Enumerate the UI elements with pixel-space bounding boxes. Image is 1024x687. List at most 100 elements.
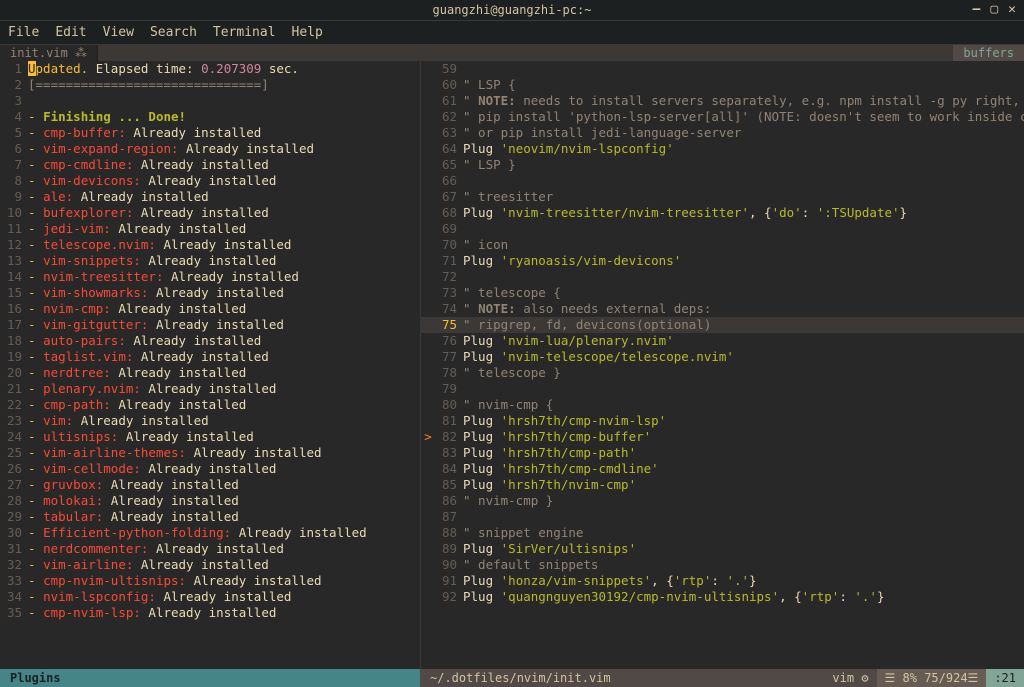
menu-edit[interactable]: Edit xyxy=(55,25,86,40)
code-line[interactable]: 7- cmp-cmdline: Already installed xyxy=(0,157,420,173)
maximize-icon[interactable]: ▢ xyxy=(990,2,998,17)
code-line[interactable]: 66 xyxy=(421,173,1024,189)
code-line[interactable]: 69 xyxy=(421,221,1024,237)
code-line[interactable]: 22- cmp-path: Already installed xyxy=(0,397,420,413)
code-line[interactable]: 76Plug 'nvim-lua/plenary.nvim' xyxy=(421,333,1024,349)
code-line[interactable]: 80" nvim-cmp { xyxy=(421,397,1024,413)
code-line[interactable]: 24- ultisnips: Already installed xyxy=(0,429,420,445)
right-pane[interactable]: 5960" LSP {61" NOTE: needs to install se… xyxy=(420,61,1024,669)
window-title: guangzhi@guangzhi-pc:~ xyxy=(433,3,592,17)
menu-file[interactable]: File xyxy=(8,25,39,40)
code-line[interactable]: 92Plug 'quangnguyen30192/cmp-nvim-ultisn… xyxy=(421,589,1024,605)
code-line[interactable]: 88" snippet engine xyxy=(421,525,1024,541)
editor-area: 1Updated. Elapsed time: 0.207309 sec.2[=… xyxy=(0,61,1024,669)
code-line[interactable]: 33- cmp-nvim-ultisnips: Already installe… xyxy=(0,573,420,589)
tab-buffers[interactable]: buffers xyxy=(953,45,1024,61)
code-line[interactable]: 1Updated. Elapsed time: 0.207309 sec. xyxy=(0,61,420,77)
minimize-icon[interactable]: — xyxy=(973,2,981,17)
code-line[interactable]: 14- nvim-treesitter: Already installed xyxy=(0,269,420,285)
code-line[interactable]: 27- gruvbox: Already installed xyxy=(0,477,420,493)
code-line[interactable]: 78" telescope } xyxy=(421,365,1024,381)
code-line[interactable]: 83Plug 'hrsh7th/cmp-path' xyxy=(421,445,1024,461)
code-line[interactable]: 91Plug 'honza/vim-snippets', {'rtp': '.'… xyxy=(421,573,1024,589)
status-path: ~/.dotfiles/nvim/init.vim xyxy=(420,669,824,687)
gutter-marker xyxy=(421,237,435,253)
code-line[interactable]: 34- nvim-lspconfig: Already installed xyxy=(0,589,420,605)
code-line[interactable]: 70" icon xyxy=(421,237,1024,253)
code-line[interactable]: 20- nerdtree: Already installed xyxy=(0,365,420,381)
code-line[interactable]: 10- bufexplorer: Already installed xyxy=(0,205,420,221)
code-line[interactable]: 79 xyxy=(421,381,1024,397)
gutter-marker xyxy=(421,333,435,349)
code-line[interactable]: 8- vim-devicons: Already installed xyxy=(0,173,420,189)
left-code[interactable]: 1Updated. Elapsed time: 0.207309 sec.2[=… xyxy=(0,61,420,669)
gutter-marker xyxy=(421,61,435,77)
code-line[interactable]: 62" pip install 'python-lsp-server[all]'… xyxy=(421,109,1024,125)
code-line[interactable]: 28- molokai: Already installed xyxy=(0,493,420,509)
code-line[interactable]: 6- vim-expand-region: Already installed xyxy=(0,141,420,157)
tab-spacer xyxy=(98,45,953,61)
code-line[interactable]: 71Plug 'ryanoasis/vim-devicons' xyxy=(421,253,1024,269)
code-line[interactable]: 86" nvim-cmp } xyxy=(421,493,1024,509)
code-line[interactable]: 23- vim: Already installed xyxy=(0,413,420,429)
left-pane[interactable]: 1Updated. Elapsed time: 0.207309 sec.2[=… xyxy=(0,61,420,669)
code-line[interactable]: >82Plug 'hrsh7th/cmp-buffer' xyxy=(421,429,1024,445)
code-line[interactable]: 5- cmp-buffer: Already installed xyxy=(0,125,420,141)
code-line[interactable]: 72 xyxy=(421,269,1024,285)
close-icon[interactable]: ✕ xyxy=(1008,2,1016,17)
code-line[interactable]: 81Plug 'hrsh7th/cmp-nvim-lsp' xyxy=(421,413,1024,429)
tab-init-vim[interactable]: init.vim ⁂ xyxy=(0,45,98,61)
menu-help[interactable]: Help xyxy=(292,25,323,40)
code-line[interactable]: 26- vim-cellmode: Already installed xyxy=(0,461,420,477)
code-line[interactable]: 90" default snippets xyxy=(421,557,1024,573)
window-titlebar: guangzhi@guangzhi-pc:~ — ▢ ✕ xyxy=(0,0,1024,21)
menu-view[interactable]: View xyxy=(103,25,134,40)
code-line[interactable]: 77Plug 'nvim-telescope/telescope.nvim' xyxy=(421,349,1024,365)
code-line[interactable]: 11- jedi-vim: Already installed xyxy=(0,221,420,237)
code-line[interactable]: 19- taglist.vim: Already installed xyxy=(0,349,420,365)
code-line[interactable]: 16- nvim-cmp: Already installed xyxy=(0,301,420,317)
code-line[interactable]: 84Plug 'hrsh7th/cmp-cmdline' xyxy=(421,461,1024,477)
code-line[interactable]: 64Plug 'neovim/nvim-lspconfig' xyxy=(421,141,1024,157)
code-line[interactable]: 21- plenary.nvim: Already installed xyxy=(0,381,420,397)
gutter-marker xyxy=(421,269,435,285)
code-line[interactable]: 9- ale: Already installed xyxy=(0,189,420,205)
code-line[interactable]: 59 xyxy=(421,61,1024,77)
code-line[interactable]: 63" or pip install jedi-language-server xyxy=(421,125,1024,141)
status-mode: Plugins xyxy=(0,669,420,687)
code-line[interactable]: 74" NOTE: also needs external deps: xyxy=(421,301,1024,317)
code-line[interactable]: 89Plug 'SirVer/ultisnips' xyxy=(421,541,1024,557)
code-line[interactable]: 13- vim-snippets: Already installed xyxy=(0,253,420,269)
gutter-marker xyxy=(421,157,435,173)
code-line[interactable]: 65" LSP } xyxy=(421,157,1024,173)
code-line[interactable]: 25- vim-airline-themes: Already installe… xyxy=(0,445,420,461)
code-line[interactable]: 68Plug 'nvim-treesitter/nvim-treesitter'… xyxy=(421,205,1024,221)
code-line[interactable]: 31- nerdcommenter: Already installed xyxy=(0,541,420,557)
gutter-marker xyxy=(421,445,435,461)
right-code[interactable]: 5960" LSP {61" NOTE: needs to install se… xyxy=(421,61,1024,669)
code-line[interactable]: 17- vim-gitgutter: Already installed xyxy=(0,317,420,333)
code-line[interactable]: 12- telescope.nvim: Already installed xyxy=(0,237,420,253)
menu-terminal[interactable]: Terminal xyxy=(213,25,276,40)
code-line[interactable]: 15- vim-showmarks: Already installed xyxy=(0,285,420,301)
code-line[interactable]: 18- auto-pairs: Already installed xyxy=(0,333,420,349)
gutter-marker xyxy=(421,173,435,189)
gutter-marker xyxy=(421,77,435,93)
menu-search[interactable]: Search xyxy=(150,25,197,40)
code-line[interactable]: 87 xyxy=(421,509,1024,525)
code-line[interactable]: 60" LSP { xyxy=(421,77,1024,93)
code-line[interactable]: 61" NOTE: needs to install servers separ… xyxy=(421,93,1024,109)
code-line[interactable]: 3 xyxy=(0,93,420,109)
code-line[interactable]: 35- cmp-nvim-lsp: Already installed xyxy=(0,605,420,621)
code-line[interactable]: 30- Efficient-python-folding: Already in… xyxy=(0,525,420,541)
code-line[interactable]: 85Plug 'hrsh7th/nvim-cmp' xyxy=(421,477,1024,493)
code-line[interactable]: 2[==============================] xyxy=(0,77,420,93)
code-line[interactable]: 67" treesitter xyxy=(421,189,1024,205)
code-line[interactable]: 73" telescope { xyxy=(421,285,1024,301)
gutter-marker xyxy=(421,365,435,381)
code-line[interactable]: 29- tabular: Already installed xyxy=(0,509,420,525)
code-line[interactable]: 4- Finishing ... Done! xyxy=(0,109,420,125)
code-line[interactable]: 32- vim-airline: Already installed xyxy=(0,557,420,573)
gutter-marker xyxy=(421,397,435,413)
code-line[interactable]: 75" ripgrep, fd, devicons(optional) xyxy=(421,317,1024,333)
